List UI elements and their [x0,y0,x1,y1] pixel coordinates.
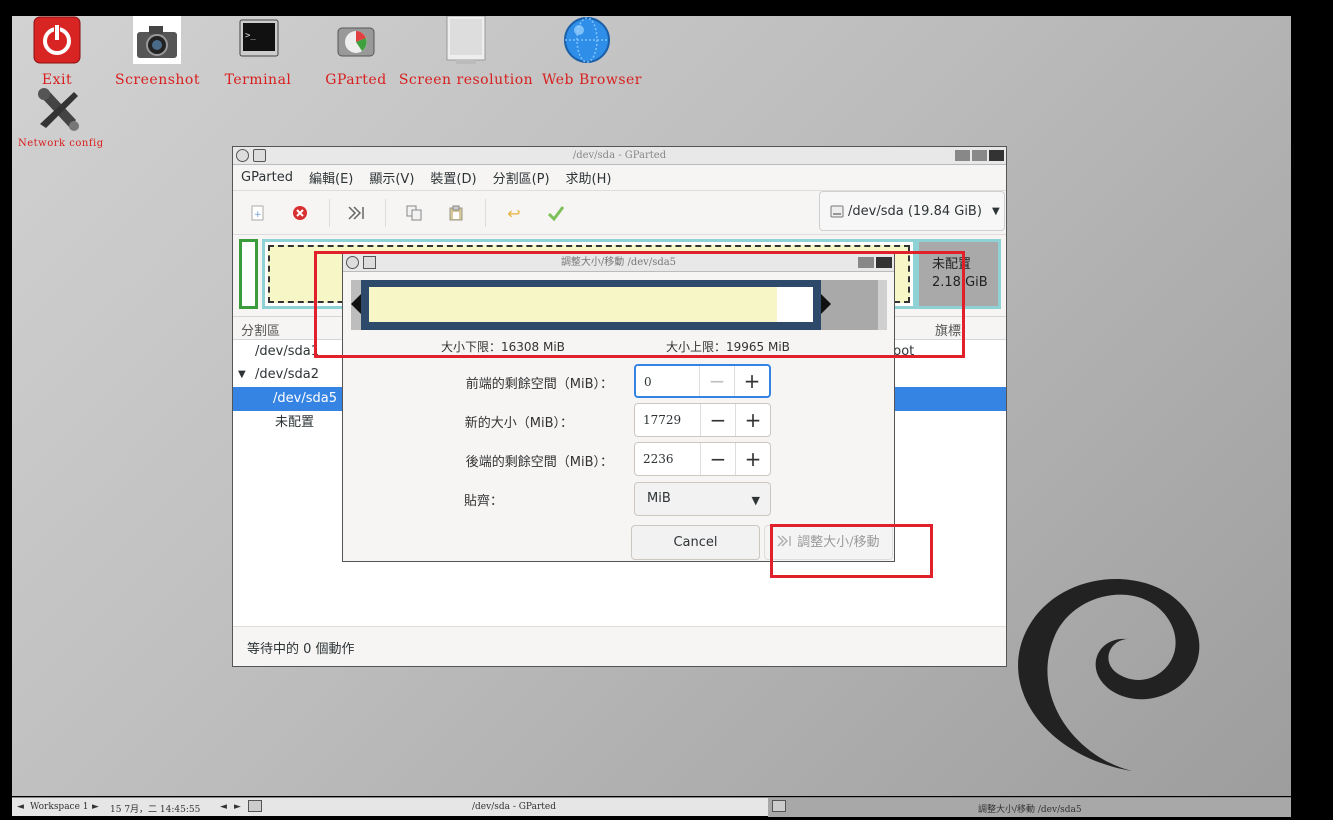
highlight-box-resize-bar [314,251,965,358]
minus-icon[interactable]: − [700,404,735,436]
align-label: 貼齊： [463,494,503,509]
terminal-icon: >_ [234,16,282,64]
plus-icon[interactable]: + [734,366,769,396]
chevron-down-icon: ▼ [751,494,760,507]
workspace-left-arrow-icon[interactable]: ◄ [17,802,24,812]
partition-name: /dev/sda5 [273,391,337,406]
status-bar: 等待中的 0 個動作 [233,626,1006,666]
exit-shortcut[interactable]: Exit [20,16,94,88]
svg-text:>_: >_ [245,31,256,41]
svg-text:+: + [254,210,262,220]
dialog-task-icon [772,800,786,812]
delete-partition-icon[interactable] [291,204,309,222]
globe-icon [563,16,611,64]
gparted-app-icon [253,149,266,162]
menu-gparted[interactable]: GParted [241,170,293,185]
free-after-label: 後端的剩餘空間（MiB）： [465,455,613,470]
menu-partition[interactable]: 分割區(P) [493,168,550,187]
resize-move-icon[interactable] [347,204,365,222]
workspace-label: Workspace 1 [30,802,89,812]
task-gparted[interactable]: /dev/sda - GParted [472,802,556,812]
menu-help[interactable]: 求助(H) [566,168,612,187]
toolbar-separator [329,199,330,227]
new-partition-icon[interactable]: + [249,204,267,222]
column-partition[interactable]: 分割區 [241,320,280,339]
menubar: GParted 編輯(E) 顯示(V) 裝置(D) 分割區(P) 求助(H) [233,165,1006,191]
new-size-label: 新的大小（MiB）： [464,416,573,431]
window-menu-icon[interactable] [236,149,249,162]
free-before-spinner[interactable]: 0 − + [634,364,771,398]
right-arrow-icon[interactable]: ► [234,802,241,812]
network-config-shortcut[interactable]: Network config [18,86,104,149]
minus-icon[interactable]: − [700,443,735,475]
gparted-task-icon [248,800,262,812]
left-arrow-icon[interactable]: ◄ [220,802,227,812]
plus-icon[interactable]: + [735,443,770,475]
free-before-label: 前端的剩餘空間（MiB）： [465,377,613,392]
window-title: /dev/sda - GParted [572,150,667,161]
device-selector[interactable]: /dev/sda (19.84 GiB) ▼ [819,191,1005,231]
partition-name: /dev/sda1 [255,344,319,359]
device-label: /dev/sda (19.84 GiB) [848,203,982,219]
power-icon [33,16,81,64]
disk-icon [830,205,844,218]
desktop-icon-label: Screen resolution [398,72,534,88]
free-before-input[interactable]: 0 [636,366,699,396]
terminal-shortcut[interactable]: >_ Terminal [224,16,292,88]
workspace-right-arrow-icon[interactable]: ► [92,802,99,812]
close-button[interactable] [989,150,1004,161]
minimize-button[interactable] [955,150,970,161]
desktop-icon-label: Network config [18,138,104,149]
gparted-icon [332,16,380,64]
expander-down-icon[interactable]: ▼ [238,363,246,387]
toolbar-separator [385,199,386,227]
menu-edit[interactable]: 編輯(E) [309,168,353,187]
undo-icon[interactable]: ↩ [505,204,523,223]
partition-name: 未配置 [275,415,315,430]
desktop-icon-label: GParted [325,72,387,88]
desktop-icon-label: Screenshot [115,72,200,88]
window-titlebar[interactable]: /dev/sda - GParted [233,147,1006,165]
debian-swirl-logo [1018,578,1200,771]
task-resize-dialog[interactable]: 調整大小/移動 /dev/sda5 [978,802,1082,815]
align-value: MiB [647,491,671,506]
plus-icon[interactable]: + [735,404,770,436]
desktop-icon-label: Web Browser [542,72,642,88]
align-select[interactable]: MiB ▼ [634,482,771,516]
chevron-down-icon: ▼ [991,205,1000,217]
copy-icon[interactable] [405,204,423,222]
screen-resolution-shortcut[interactable]: Screen resolution [396,16,536,88]
maximize-button[interactable] [972,150,987,161]
screenshot-shortcut[interactable]: Screenshot [115,16,199,88]
partition-map-sda1[interactable] [239,239,258,309]
menu-view[interactable]: 顯示(V) [369,168,414,187]
menu-device[interactable]: 裝置(D) [430,168,476,187]
minus-icon[interactable]: − [699,366,734,396]
toolbar: + ↩ /dev/sda (19.84 GiB) ▼ [233,191,1006,235]
free-after-input[interactable]: 2236 [635,443,700,475]
toolbar-separator [485,199,486,227]
cancel-button[interactable]: Cancel [631,525,760,560]
tools-icon [34,86,82,134]
camera-icon [133,16,181,64]
desktop-icon-label: Terminal [224,72,292,88]
paste-icon[interactable] [447,204,465,222]
highlight-box-apply-button [770,524,933,578]
new-size-input[interactable]: 17729 [635,404,700,436]
partition-name: /dev/sda2 [255,367,319,382]
monitor-icon [442,16,490,64]
new-size-spinner[interactable]: 17729 − + [634,403,771,437]
taskbar: ◄ Workspace 1 ► 15 7月，二 14:45:55 ◄ ► /de… [12,797,1291,817]
clock: 15 7月，二 14:45:55 [110,805,201,815]
gparted-shortcut[interactable]: GParted [324,16,388,88]
web-browser-shortcut[interactable]: Web Browser [542,16,642,88]
apply-icon[interactable] [547,204,565,222]
free-after-spinner[interactable]: 2236 − + [634,442,771,476]
